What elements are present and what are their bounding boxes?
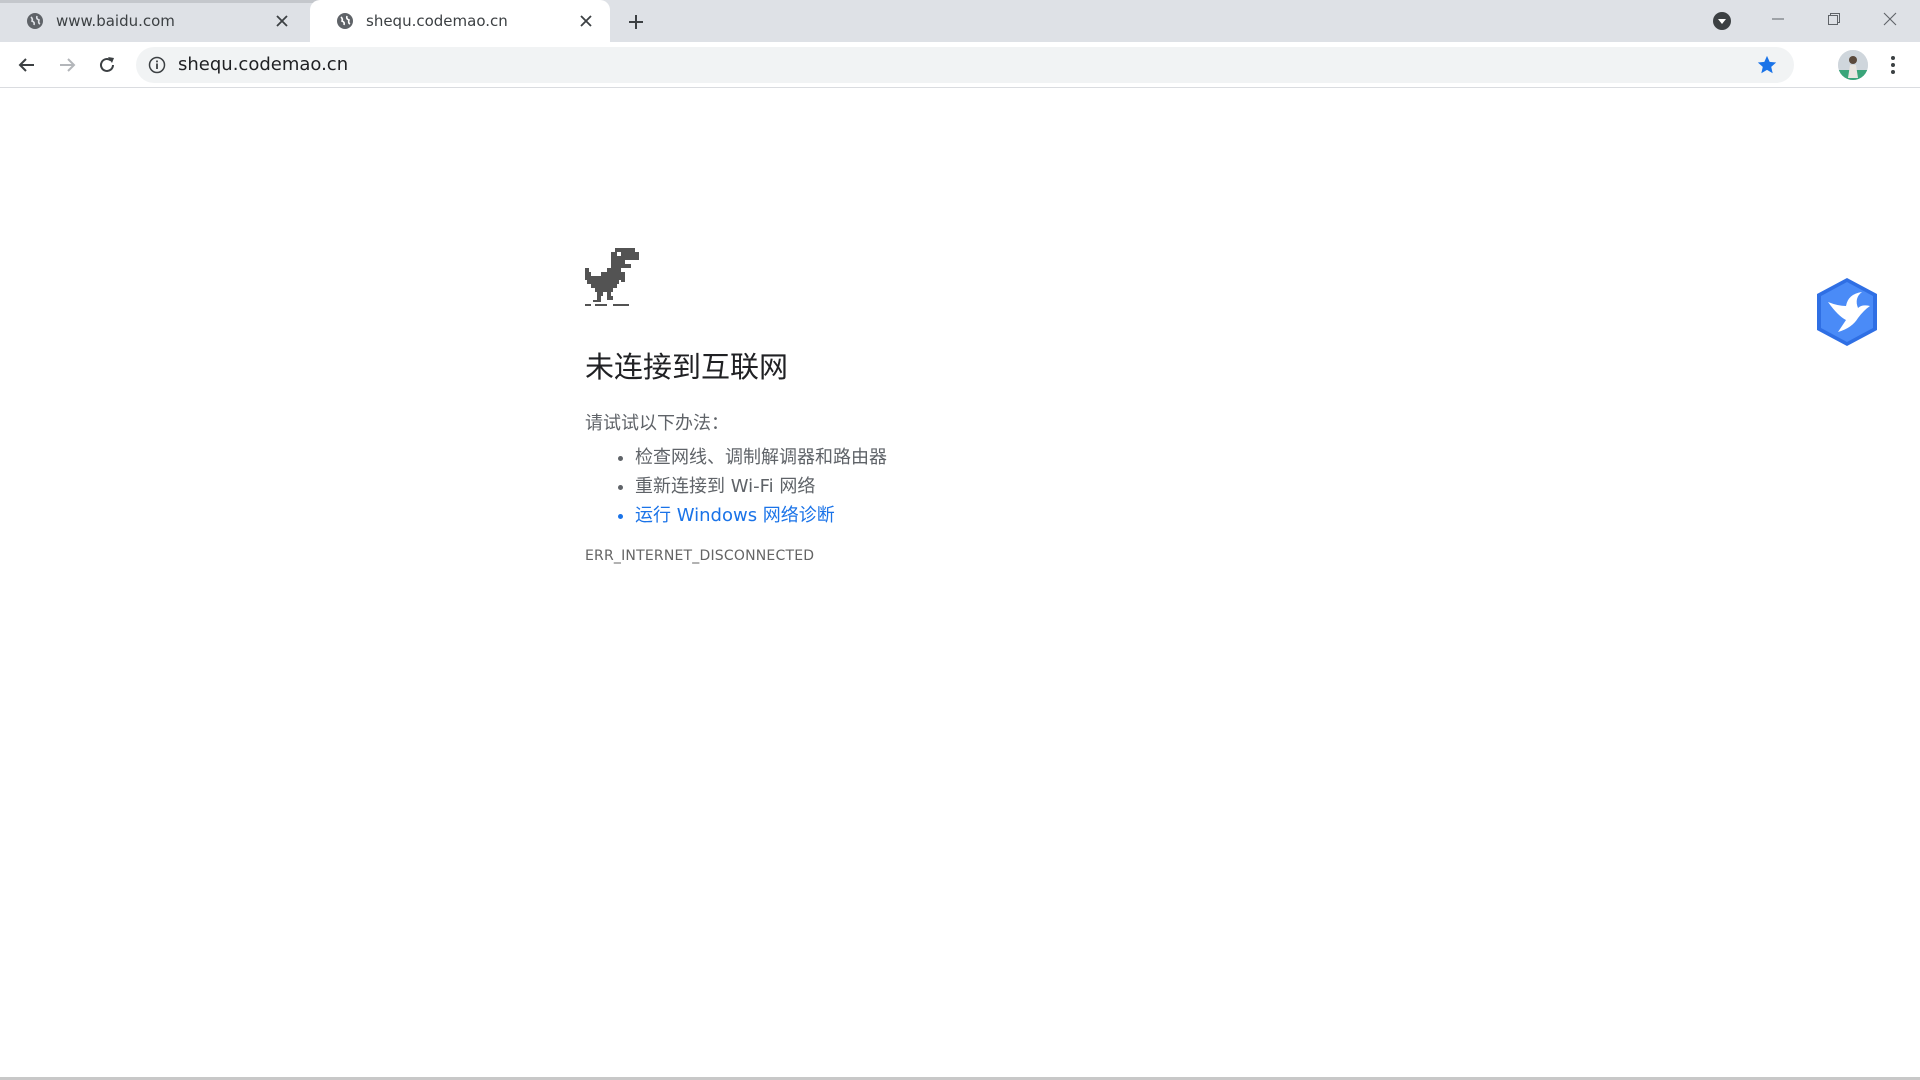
url-text[interactable]: shequ.codemao.cn: [178, 47, 348, 83]
tab-codemao[interactable]: shequ.codemao.cn: [310, 0, 610, 42]
tab-baidu[interactable]: www.baidu.com: [0, 0, 306, 42]
forward-button[interactable]: [51, 49, 83, 81]
restore-icon: [1828, 13, 1840, 25]
suggestion-list: 检查网线、调制解调器和路由器 重新连接到 Wi-Fi 网络 运行 Windows…: [585, 443, 1285, 530]
floating-bird-widget-icon[interactable]: [1814, 276, 1880, 348]
close-icon: [1883, 12, 1897, 26]
list-item: 重新连接到 Wi-Fi 网络: [635, 472, 1285, 501]
back-button[interactable]: [11, 49, 43, 81]
browser-toolbar: shequ.codemao.cn: [0, 42, 1920, 88]
error-code: ERR_INTERNET_DISCONNECTED: [585, 547, 815, 564]
avatar[interactable]: [1838, 50, 1868, 80]
page-content: 未连接到互联网 请试试以下办法： 检查网线、调制解调器和路由器 重新连接到 Wi…: [0, 88, 1920, 1078]
dinosaur-icon[interactable]: [585, 248, 641, 308]
tab-search-button[interactable]: [1710, 8, 1734, 34]
window-close-button[interactable]: [1862, 0, 1918, 38]
browser-menu-button[interactable]: [1880, 50, 1906, 80]
kebab-menu-icon: [1891, 56, 1895, 74]
tab-title: www.baidu.com: [56, 12, 175, 30]
network-diagnostics-link[interactable]: 运行 Windows 网络诊断: [635, 501, 1285, 530]
chevron-down-circle-icon: [1713, 12, 1731, 30]
error-title: 未连接到互联网: [585, 350, 789, 384]
restore-button[interactable]: [1806, 0, 1862, 38]
info-icon[interactable]: [148, 56, 166, 74]
arrow-right-icon: [60, 58, 76, 72]
plus-icon: [629, 15, 643, 29]
list-item: 检查网线、调制解调器和路由器: [635, 443, 1285, 472]
star-icon[interactable]: [1756, 54, 1778, 76]
minimize-button[interactable]: [1750, 0, 1806, 38]
try-text: 请试试以下办法：: [585, 412, 729, 434]
minimize-icon: [1772, 18, 1784, 20]
profile-avatar-icon: [1838, 50, 1868, 80]
tab-title: shequ.codemao.cn: [366, 12, 508, 30]
close-icon[interactable]: [576, 11, 596, 31]
reload-icon: [100, 57, 114, 72]
reload-button[interactable]: [91, 49, 123, 81]
arrow-left-icon: [18, 58, 34, 72]
tab-strip: www.baidu.com shequ.codemao.cn: [0, 0, 1920, 42]
error-panel: 未连接到互联网 请试试以下办法： 检查网线、调制解调器和路由器 重新连接到 Wi…: [585, 248, 1285, 564]
globe-icon: [337, 13, 353, 29]
close-icon[interactable]: [272, 11, 292, 31]
address-bar[interactable]: shequ.codemao.cn: [136, 47, 1794, 83]
new-tab-button[interactable]: [622, 8, 650, 36]
globe-icon: [27, 13, 43, 29]
